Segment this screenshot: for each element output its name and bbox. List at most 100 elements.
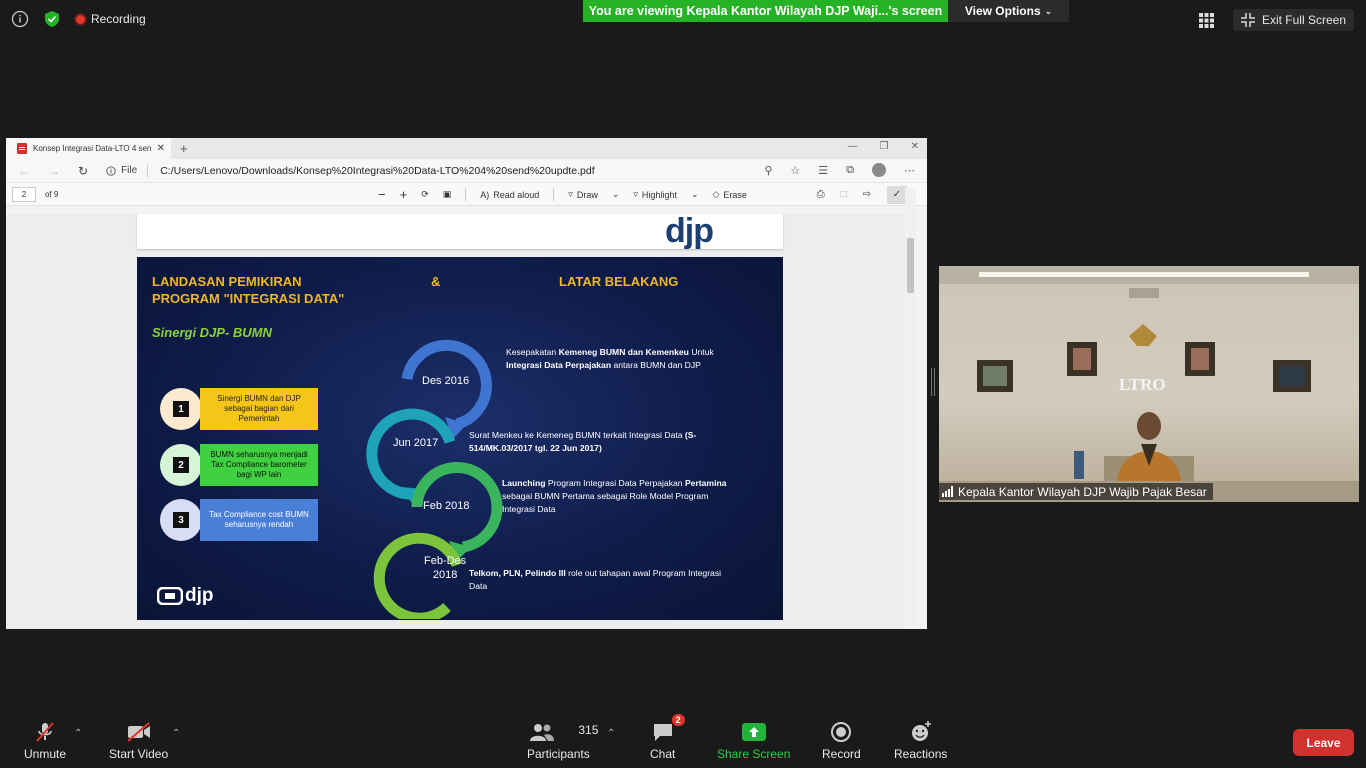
page-number-input[interactable]: 2 bbox=[12, 186, 36, 202]
text-plain: antara BUMN dan DJP bbox=[611, 360, 701, 370]
pill-item-1: 1 Sinergi BUMN dan DJP sebagai bagian da… bbox=[160, 388, 318, 430]
slide-subtitle: Sinergi DJP- BUMN bbox=[152, 325, 272, 340]
timeline-label-4-line2: 2018 bbox=[432, 569, 458, 581]
collections-icon[interactable]: ⧉ bbox=[846, 164, 854, 177]
draw-pen-icon: ▿ bbox=[568, 189, 573, 199]
gallery-grid-icon[interactable] bbox=[1197, 10, 1217, 30]
reactions-button[interactable]: Reactions bbox=[894, 720, 947, 761]
toolbar-separator bbox=[553, 188, 555, 201]
highlight-chevron-icon[interactable]: ⌄ bbox=[691, 189, 699, 200]
window-controls: — ❐ ✕ bbox=[848, 141, 919, 152]
pdf-page-2-slide: LANDASAN PEMIKIRAN PROGRAM "INTEGRASI DA… bbox=[137, 257, 783, 620]
participants-chevron-icon[interactable]: ⌃ bbox=[607, 728, 615, 739]
forward-arrow-icon[interactable]: → bbox=[48, 164, 60, 178]
zoom-search-icon[interactable]: ⚲ bbox=[764, 164, 772, 177]
pill-item-2: 2 BUMN seharusnya menjadi Tax Compliance… bbox=[160, 444, 318, 486]
record-label: Record bbox=[822, 747, 861, 761]
participants-icon: 315 bbox=[527, 720, 598, 744]
pill-item-3: 3 Tax Compliance cost BUMN seharusnya re… bbox=[160, 499, 318, 541]
profile-avatar[interactable] bbox=[872, 163, 886, 177]
print-icon[interactable]: ⎙ bbox=[817, 189, 825, 200]
timeline-label-2: Jun 2017 bbox=[393, 437, 439, 449]
minimize-icon[interactable]: — bbox=[848, 141, 858, 152]
recording-indicator[interactable]: Recording bbox=[76, 12, 146, 26]
new-tab-icon[interactable]: + bbox=[180, 141, 188, 156]
pin-toolbar-icon[interactable]: ✓ bbox=[887, 185, 907, 204]
muted-mic-icon bbox=[33, 720, 57, 744]
file-label: File bbox=[121, 165, 138, 176]
chat-unread-badge: 2 bbox=[671, 714, 685, 726]
text-bold: Pertamina bbox=[684, 478, 727, 488]
split-resize-handle[interactable] bbox=[931, 368, 935, 396]
erase-button[interactable]: ◇ Erase bbox=[713, 189, 747, 200]
fit-page-icon[interactable]: ▣ bbox=[443, 189, 452, 200]
view-options-button[interactable]: View Options ⌄ bbox=[948, 0, 1069, 22]
participants-count: 315 bbox=[578, 723, 599, 737]
pdf-tools: − + ⟳ ▣ A) Read aloud ▿ Draw ⌄ ▿ Highlight … bbox=[378, 183, 747, 206]
chat-bubble-icon: 2 bbox=[651, 714, 685, 744]
zoom-out-icon[interactable]: − bbox=[378, 187, 386, 202]
unmute-button[interactable]: Unmute bbox=[24, 720, 66, 761]
pill-circle: 1 bbox=[160, 388, 202, 430]
title-left-line2: PROGRAM "INTEGRASI DATA" bbox=[152, 291, 345, 306]
audio-options-chevron-icon[interactable]: ⌃ bbox=[74, 728, 82, 739]
refresh-icon[interactable]: ↻ bbox=[78, 164, 88, 178]
timeline-text-3: Launching Program Integrasi Data Perpaja… bbox=[502, 477, 727, 516]
restore-icon[interactable]: ❐ bbox=[880, 141, 889, 152]
chat-button[interactable]: 2 Chat bbox=[650, 714, 685, 761]
exit-fullscreen-icon bbox=[1240, 13, 1255, 27]
close-tab-icon[interactable]: ✕ bbox=[157, 143, 165, 154]
share-screen-icon bbox=[741, 720, 766, 744]
timeline-text-4: Telkom, PLN, Pelindo III role out tahapa… bbox=[469, 567, 729, 593]
video-scene: LTRO bbox=[939, 266, 1359, 502]
browser-tab[interactable]: Konsep Integrasi Data-LTO 4 send ✕ bbox=[6, 138, 171, 159]
draw-chevron-icon[interactable]: ⌄ bbox=[612, 189, 620, 200]
start-video-button[interactable]: Start Video bbox=[109, 720, 168, 761]
participant-video[interactable]: LTRO Kepala Kantor Wilayah DJP Wajib Paj… bbox=[939, 266, 1359, 502]
record-button[interactable]: Record bbox=[822, 720, 861, 761]
video-options-chevron-icon[interactable]: ⌃ bbox=[172, 728, 180, 739]
reactions-smiley-icon bbox=[909, 720, 933, 744]
pdf-scrollbar[interactable] bbox=[905, 188, 916, 629]
exit-fullscreen-label: Exit Full Screen bbox=[1261, 13, 1346, 27]
exit-fullscreen-button[interactable]: Exit Full Screen bbox=[1232, 9, 1354, 31]
more-menu-icon[interactable]: ⋯ bbox=[904, 164, 915, 177]
tab-title: Konsep Integrasi Data-LTO 4 send bbox=[33, 144, 151, 153]
favorite-star-icon[interactable]: ☆ bbox=[790, 164, 800, 177]
zoom-in-icon[interactable]: + bbox=[400, 187, 408, 202]
info-icon[interactable] bbox=[10, 9, 30, 29]
recording-label: Recording bbox=[91, 12, 146, 26]
leave-button[interactable]: Leave bbox=[1293, 729, 1354, 756]
save-as-icon[interactable]: ⇨ bbox=[863, 189, 871, 200]
chevron-down-icon: ⌄ bbox=[1044, 5, 1053, 16]
video-off-icon bbox=[125, 720, 153, 744]
pdf-page-1-bottom: djp bbox=[137, 212, 783, 250]
pdf-right-tools: ⎙ □ ⇨ ✓ bbox=[817, 183, 907, 206]
address-divider bbox=[147, 164, 149, 177]
meeting-toolbar: Unmute ⌃ Start Video ⌃ 315 Participants … bbox=[0, 714, 1366, 768]
read-aloud-button[interactable]: A) Read aloud bbox=[480, 190, 539, 200]
share-screen-button[interactable]: Share Screen bbox=[717, 720, 790, 761]
highlight-button[interactable]: ▿ Highlight bbox=[633, 189, 677, 200]
draw-button[interactable]: ▿ Draw bbox=[568, 189, 598, 200]
reactions-label: Reactions bbox=[894, 747, 948, 761]
djp-logo-text: djp bbox=[665, 212, 714, 250]
draw-label: Draw bbox=[576, 189, 598, 200]
browser-tab-bar: Konsep Integrasi Data-LTO 4 send ✕ + — ❐… bbox=[6, 138, 927, 159]
close-window-icon[interactable]: ✕ bbox=[911, 141, 919, 152]
pill-label: BUMN seharusnya menjadi Tax Compliance b… bbox=[200, 444, 318, 486]
participants-button[interactable]: 315 Participants bbox=[527, 720, 598, 761]
favorites-list-icon[interactable]: ☰ bbox=[818, 164, 828, 177]
back-arrow-icon[interactable]: ← bbox=[18, 164, 30, 178]
scrollbar-thumb[interactable] bbox=[907, 238, 914, 293]
zoom-meeting-window: Recording You are viewing Kepala Kantor … bbox=[0, 0, 1366, 768]
site-info-chip[interactable]: File bbox=[106, 165, 137, 176]
save-icon[interactable]: □ bbox=[841, 189, 847, 200]
pdf-viewer: djp LANDASAN PEMIKIRAN PROGRAM "INTEGRAS… bbox=[6, 188, 916, 629]
security-shield-icon[interactable] bbox=[42, 9, 62, 29]
rotate-icon[interactable]: ⟳ bbox=[421, 189, 429, 200]
wall-sign-text: LTRO bbox=[1119, 375, 1166, 394]
participant-name: Kepala Kantor Wilayah DJP Wajib Pajak Be… bbox=[958, 484, 1207, 499]
url-text[interactable]: C:/Users/Lenovo/Downloads/Konsep%20Integ… bbox=[160, 165, 594, 177]
participants-label: Participants bbox=[527, 747, 590, 761]
